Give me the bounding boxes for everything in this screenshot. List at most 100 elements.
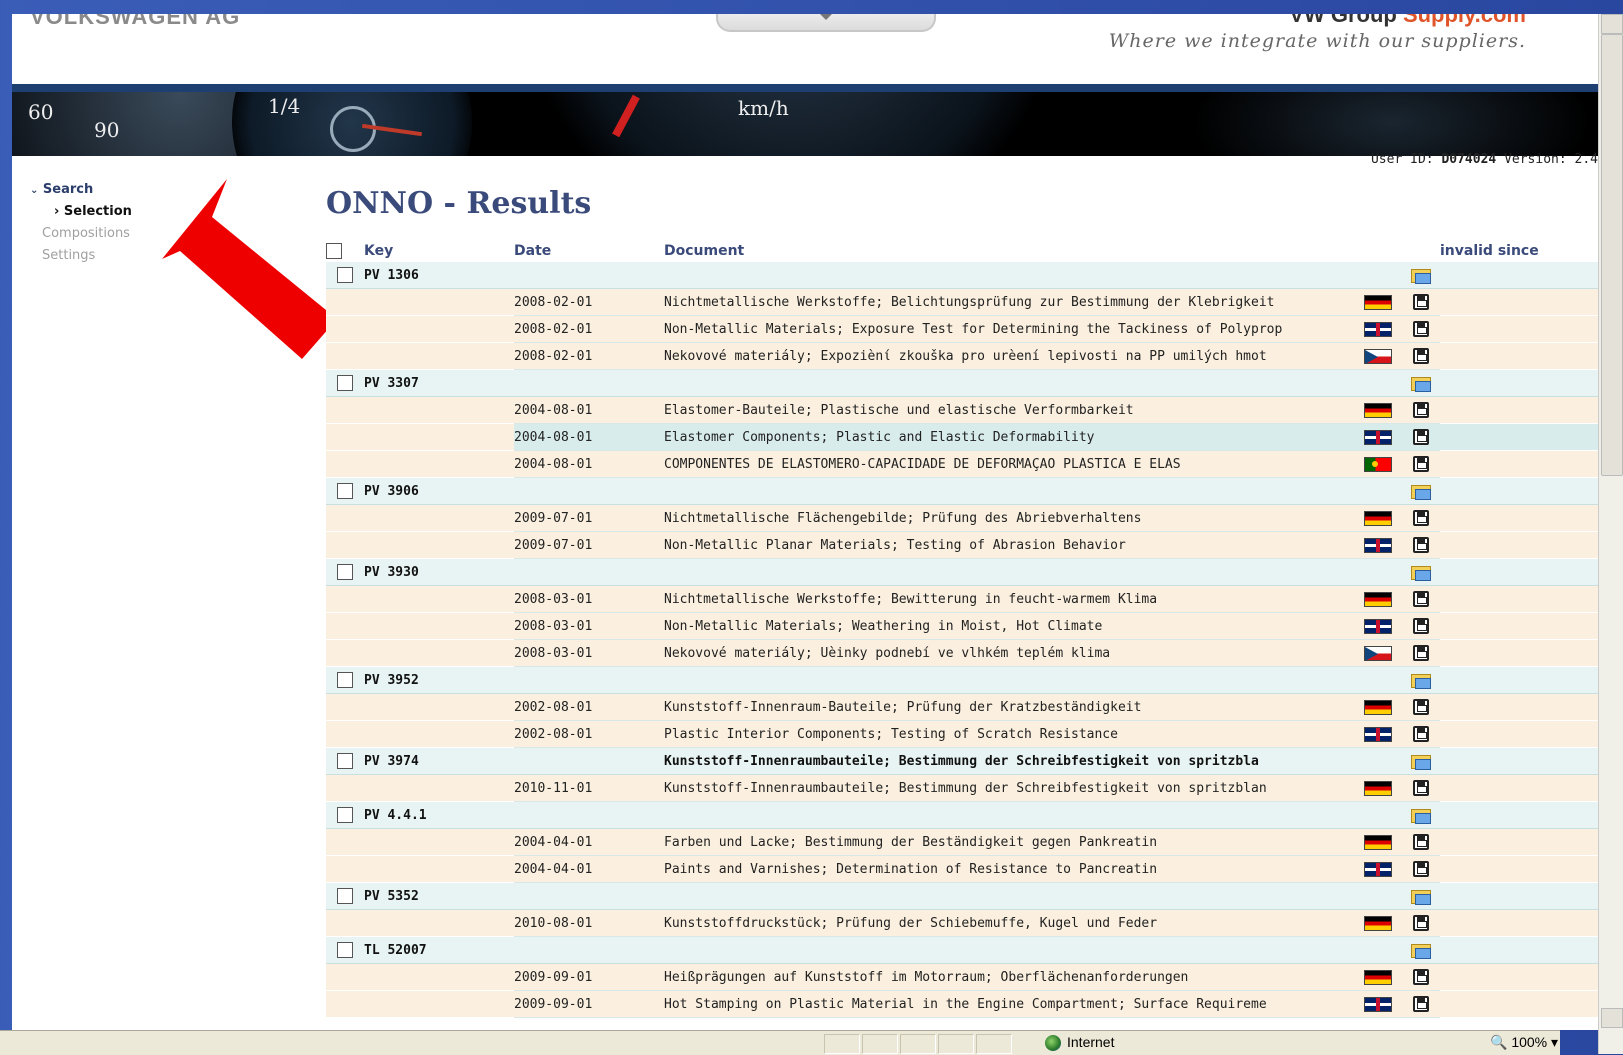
- folder-icon[interactable]: [1411, 807, 1431, 824]
- save-disk-icon[interactable]: [1413, 429, 1429, 445]
- scroll-up-button[interactable]: [1601, 14, 1623, 34]
- group-key[interactable]: PV 3974: [364, 747, 514, 775]
- document-title-link[interactable]: Nichtmetallische Werkstoffe; Bewitterung…: [664, 592, 1364, 607]
- save-disk-icon[interactable]: [1413, 591, 1429, 607]
- document-title-link[interactable]: Heißprägungen auf Kunststoff im Motorrau…: [664, 970, 1364, 985]
- scroll-down-button[interactable]: [1601, 1008, 1623, 1028]
- document-row[interactable]: 2008-02-01 Nichtmetallische Werkstoffe; B…: [326, 288, 1611, 316]
- vertical-scrollbar[interactable]: [1598, 14, 1623, 1054]
- document-row[interactable]: 2008-03-01 Non-Metallic Materials; Weathe…: [326, 612, 1611, 640]
- document-title-link[interactable]: Nekovové materiály; Expoziènί zkouška pr…: [664, 349, 1364, 364]
- column-header-key[interactable]: Key: [364, 240, 514, 262]
- save-disk-icon[interactable]: [1413, 456, 1429, 472]
- group-checkbox[interactable]: [337, 942, 353, 958]
- document-row[interactable]: 2009-09-01 Heißprägungen auf Kunststoff i…: [326, 963, 1611, 991]
- save-disk-icon[interactable]: [1413, 834, 1429, 850]
- document-row[interactable]: 2004-08-01 Elastomer Components; Plastic …: [326, 423, 1611, 451]
- save-disk-icon[interactable]: [1413, 915, 1429, 931]
- document-row[interactable]: 2008-02-01 Nekovové materiály; Expoziènί …: [326, 342, 1611, 370]
- folder-icon[interactable]: [1411, 267, 1431, 284]
- save-disk-icon[interactable]: [1413, 645, 1429, 661]
- group-checkbox[interactable]: [337, 483, 353, 499]
- save-disk-icon[interactable]: [1413, 618, 1429, 634]
- folder-icon[interactable]: [1411, 483, 1431, 500]
- document-row[interactable]: 2002-08-01 Kunststoff-Innenraum-Bauteile;…: [326, 693, 1611, 721]
- document-row[interactable]: 2010-11-01 Kunststoff-Innenraumbauteile; …: [326, 774, 1611, 802]
- group-key[interactable]: TL 52007: [364, 936, 514, 964]
- document-row[interactable]: 2009-07-01 Nichtmetallische Flächengebild…: [326, 504, 1611, 532]
- document-row[interactable]: 2008-03-01 Nekovové materiály; Úèinky pod…: [326, 639, 1611, 667]
- document-title-link[interactable]: Nichtmetallische Werkstoffe; Belichtungs…: [664, 295, 1364, 310]
- document-row[interactable]: 2008-03-01 Nichtmetallische Werkstoffe; B…: [326, 585, 1611, 613]
- document-title-link[interactable]: Farben und Lacke; Bestimmung der Beständ…: [664, 835, 1364, 850]
- document-row[interactable]: 2004-04-01 Farben und Lacke; Bestimmung d…: [326, 828, 1611, 856]
- scrollbar-thumb[interactable]: [1601, 34, 1623, 476]
- document-title-link[interactable]: Nichtmetallische Flächengebilde; Prüfung…: [664, 511, 1364, 526]
- group-key[interactable]: PV 3930: [364, 558, 514, 586]
- save-disk-icon[interactable]: [1413, 294, 1429, 310]
- zoom-control[interactable]: 🔍 100% ▾: [1490, 1034, 1558, 1051]
- document-title-link[interactable]: Non-Metallic Materials; Weathering in Mo…: [664, 619, 1364, 634]
- save-disk-icon[interactable]: [1413, 321, 1429, 337]
- column-header-invalid-since[interactable]: invalid since: [1440, 240, 1611, 262]
- document-row[interactable]: 2009-07-01 Non-Metallic Planar Materials;…: [326, 531, 1611, 559]
- group-key[interactable]: PV 4.4.1: [364, 801, 514, 829]
- group-checkbox[interactable]: [337, 807, 353, 823]
- document-row[interactable]: 2002-08-01 Plastic Interior Components; T…: [326, 720, 1611, 748]
- folder-icon[interactable]: [1411, 375, 1431, 392]
- group-checkbox[interactable]: [337, 375, 353, 391]
- document-title-link[interactable]: Nekovové materiály; Úèinky podnebí ve vl…: [664, 646, 1364, 661]
- document-row[interactable]: 2004-08-01 COMPONENTES DE ELASTÔMERO-CAPA…: [326, 450, 1611, 478]
- save-disk-icon[interactable]: [1413, 969, 1429, 985]
- save-disk-icon[interactable]: [1413, 537, 1429, 553]
- folder-icon[interactable]: [1411, 888, 1431, 905]
- document-title-link[interactable]: Non-Metallic Planar Materials; Testing o…: [664, 538, 1364, 553]
- document-title-link[interactable]: Non-Metallic Materials; Exposure Test fo…: [664, 322, 1364, 337]
- document-row[interactable]: 2004-04-01 Paints and Varnishes; Determin…: [326, 855, 1611, 883]
- save-disk-icon[interactable]: [1413, 996, 1429, 1012]
- nav-item-settings[interactable]: Settings: [30, 245, 132, 267]
- save-disk-icon[interactable]: [1413, 780, 1429, 796]
- folder-icon[interactable]: [1411, 753, 1431, 770]
- document-title-link[interactable]: Elastomer-Bauteile; Plastische und elast…: [664, 403, 1364, 418]
- group-key[interactable]: PV 1306: [364, 262, 514, 289]
- folder-icon[interactable]: [1411, 942, 1431, 959]
- nav-item-search[interactable]: ⌄ Search: [30, 179, 132, 201]
- save-disk-icon[interactable]: [1413, 402, 1429, 418]
- save-disk-icon[interactable]: [1413, 510, 1429, 526]
- group-key[interactable]: PV 3952: [364, 666, 514, 694]
- document-row[interactable]: 2010-08-01 Kunststoffdruckstück; Prüfung …: [326, 909, 1611, 937]
- nav-item-selection[interactable]: › Selection: [30, 201, 132, 223]
- document-row[interactable]: 2009-09-01 Hot Stamping on Plastic Materi…: [326, 990, 1611, 1018]
- group-checkbox[interactable]: [337, 564, 353, 580]
- document-title-link[interactable]: Paints and Varnishes; Determination of R…: [664, 862, 1364, 877]
- group-key[interactable]: PV 3307: [364, 369, 514, 397]
- group-key[interactable]: PV 3906: [364, 477, 514, 505]
- document-title-link[interactable]: Kunststoffdruckstück; Prüfung der Schieb…: [664, 916, 1364, 931]
- save-disk-icon[interactable]: [1413, 726, 1429, 742]
- group-key[interactable]: PV 5352: [364, 882, 514, 910]
- document-title-link[interactable]: Elastomer Components; Plastic and Elasti…: [664, 430, 1364, 445]
- document-row[interactable]: 2004-08-01 Elastomer-Bauteile; Plastische…: [326, 396, 1611, 424]
- column-header-date[interactable]: Date: [514, 240, 664, 262]
- folder-icon[interactable]: [1411, 672, 1431, 689]
- folder-icon[interactable]: [1411, 564, 1431, 581]
- save-disk-icon[interactable]: [1413, 861, 1429, 877]
- save-disk-icon[interactable]: [1413, 699, 1429, 715]
- group-checkbox[interactable]: [337, 753, 353, 769]
- document-title-link[interactable]: COMPONENTES DE ELASTÔMERO-CAPACIDADE DE …: [664, 457, 1364, 472]
- document-title-link[interactable]: Plastic Interior Components; Testing of …: [664, 727, 1364, 742]
- header-collapse-handle[interactable]: [716, 14, 936, 32]
- group-checkbox[interactable]: [337, 888, 353, 904]
- select-all-checkbox[interactable]: [326, 243, 342, 259]
- document-title-link[interactable]: Kunststoff-Innenraum-Bauteile; Prüfung d…: [664, 700, 1364, 715]
- column-header-document[interactable]: Document: [664, 240, 1364, 262]
- document-row[interactable]: 2008-02-01 Non-Metallic Materials; Exposu…: [326, 315, 1611, 343]
- group-checkbox[interactable]: [337, 672, 353, 688]
- document-title-link[interactable]: Kunststoff-Innenraumbauteile; Bestimmung…: [664, 781, 1364, 796]
- group-row: PV 3952: [326, 666, 1611, 694]
- save-disk-icon[interactable]: [1413, 348, 1429, 364]
- group-checkbox[interactable]: [337, 267, 353, 283]
- nav-item-compositions[interactable]: Compositions: [30, 223, 132, 245]
- document-title-link[interactable]: Hot Stamping on Plastic Material in the …: [664, 997, 1364, 1012]
